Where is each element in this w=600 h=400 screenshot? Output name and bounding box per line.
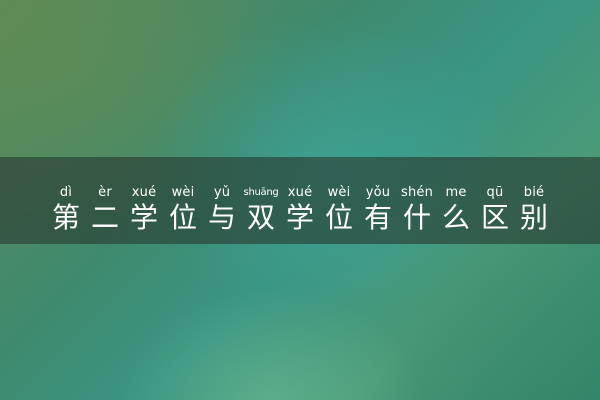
pinyin-syllable: xué [131, 185, 157, 200]
pinyin-syllable: wèi [327, 185, 351, 200]
pinyin-syllable: yǒu [365, 185, 391, 200]
pinyin-syllable: shén [400, 185, 434, 200]
pinyin-syllable: yǔ [213, 185, 231, 200]
title-character: 双 [246, 201, 275, 234]
title-character: 学 [285, 201, 314, 234]
pinyin-syllable: èr [98, 185, 112, 200]
title-character: 么 [441, 201, 470, 234]
title-characters-row: 第 二 学 位 与 双 学 位 有 什 么 区 别 [0, 201, 600, 235]
pinyin-syllable: bié [523, 185, 545, 200]
title-character: 别 [519, 201, 548, 234]
title-character: 位 [168, 201, 197, 234]
title-character: 区 [480, 201, 509, 234]
pinyin-syllable: xué [287, 185, 313, 200]
banner-background: dì èr xué wèi yǔ shuāng xué wèi yǒu shén… [0, 0, 600, 400]
title-character: 有 [363, 201, 392, 234]
title-character: 什 [402, 201, 431, 234]
pinyin-row: dì èr xué wèi yǔ shuāng xué wèi yǒu shén… [0, 185, 600, 201]
pinyin-syllable: wèi [171, 185, 195, 200]
pinyin-syllable: qū [486, 185, 504, 200]
pinyin-syllable: me [445, 185, 467, 200]
title-character: 位 [324, 201, 353, 234]
title-character: 第 [51, 201, 80, 234]
title-character: 与 [207, 201, 236, 234]
pinyin-syllable: shuāng [243, 187, 279, 198]
pinyin-syllable: dì [59, 185, 73, 200]
title-character: 二 [90, 201, 119, 234]
title-character: 学 [129, 201, 158, 234]
